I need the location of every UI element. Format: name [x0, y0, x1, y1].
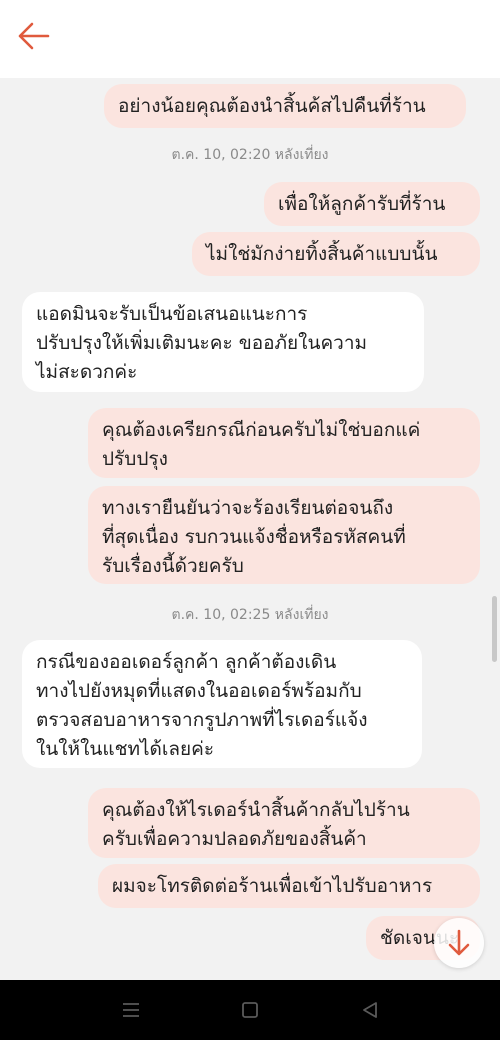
message-line: คุณต้องเครียกรณีก่อนครับไม่ใช่บอกแค่	[102, 419, 421, 441]
message-text: ผมจะโทรติดต่อร้านเพื่อเข้าไปรับอาหาร	[112, 875, 433, 897]
message-line: รับเรื่องนี้ด้วยครับ	[102, 555, 244, 577]
scroll-to-bottom-button[interactable]	[434, 918, 484, 968]
back-nav-button[interactable]	[355, 995, 385, 1025]
message-line: แอดมินจะรับเป็นข้อเสนอแนะการ	[36, 303, 308, 325]
menu-icon	[123, 1003, 139, 1017]
message-list: อย่างน้อยคุณต้องนำสิ้นค้สไปคืนที่ร้าน ต.…	[0, 78, 500, 980]
message-outgoing: อย่างน้อยคุณต้องนำสิ้นค้สไปคืนที่ร้าน	[104, 84, 466, 128]
message-outgoing: ไม่ใช่มักง่ายทิ้งสิ้นค้าแบบนั้น	[192, 232, 480, 276]
message-outgoing: ผมจะโทรติดต่อร้านเพื่อเข้าไปรับอาหาร	[98, 864, 480, 908]
message-outgoing: ทางเรายืนยันว่าจะร้องเรียนต่อจนถึง ที่สุ…	[88, 486, 480, 584]
message-outgoing: คุณต้องเครียกรณีก่อนครับไม่ใช่บอกแค่ ปรั…	[88, 408, 480, 478]
back-button[interactable]	[14, 16, 54, 56]
scrollbar-thumb[interactable]	[492, 596, 497, 662]
message-line: ในให้ในแชทได้เลยค่ะ	[36, 738, 215, 760]
message-text: อย่างน้อยคุณต้องนำสิ้นค้สไปคืนที่ร้าน	[118, 95, 426, 117]
message-incoming: กรณีของออเดอร์ลูกค้า ลูกค้าต้องเดิน ทางไ…	[22, 640, 422, 768]
timestamp: ต.ค. 10, 02:25 หลังเที่ยง	[171, 607, 329, 623]
message-text: เพื่อให้ลูกค้ารับที่ร้าน	[278, 193, 446, 215]
arrow-down-icon	[448, 929, 470, 956]
message-outgoing: เพื่อให้ลูกค้ารับที่ร้าน	[264, 182, 480, 226]
message-text: ไม่ใช่มักง่ายทิ้งสิ้นค้าแบบนั้น	[206, 243, 438, 265]
message-line: ทางเรายืนยันว่าจะร้องเรียนต่อจนถึง	[102, 497, 394, 519]
system-nav-bar	[0, 980, 500, 1040]
arrow-left-icon	[18, 22, 50, 50]
home-square-icon	[242, 1002, 258, 1018]
message-line: ตรวจสอบอาหารจากรูปภาพที่ไรเดอร์แจ้ง	[36, 709, 368, 731]
message-line: ไม่สะดวกค่ะ	[36, 361, 138, 383]
message-line: ทางไปยังหมุดที่แสดงในออเดอร์พร้อมกับ	[36, 680, 362, 702]
message-line: ที่สุดเนื่อง รบกวนแจ้งชื่อหรือรหัสคนที่	[102, 526, 406, 548]
home-button[interactable]	[235, 995, 265, 1025]
message-line: กรณีของออเดอร์ลูกค้า ลูกค้าต้องเดิน	[36, 651, 337, 673]
back-triangle-icon	[363, 1002, 377, 1018]
message-line: คุณต้องให้ไรเดอร์นำสิ้นค้ากลับไปร้าน	[102, 799, 410, 821]
message-outgoing: คุณต้องให้ไรเดอร์นำสิ้นค้ากลับไปร้าน ครั…	[88, 788, 480, 858]
menu-button[interactable]	[116, 995, 146, 1025]
message-line: ครับเพื่อความปลอดภัยของสิ้นค้า	[102, 828, 367, 850]
message-incoming: แอดมินจะรับเป็นข้อเสนอแนะการ ปรับปรุงให้…	[22, 292, 424, 392]
message-line: ปรับปรุง	[102, 448, 168, 470]
timestamp: ต.ค. 10, 02:20 หลังเที่ยง	[171, 147, 329, 163]
chat-header	[0, 0, 500, 78]
message-line: ปรับปรุงให้เพิ่มเติมนะคะ ขออภัยในความ	[36, 332, 368, 354]
